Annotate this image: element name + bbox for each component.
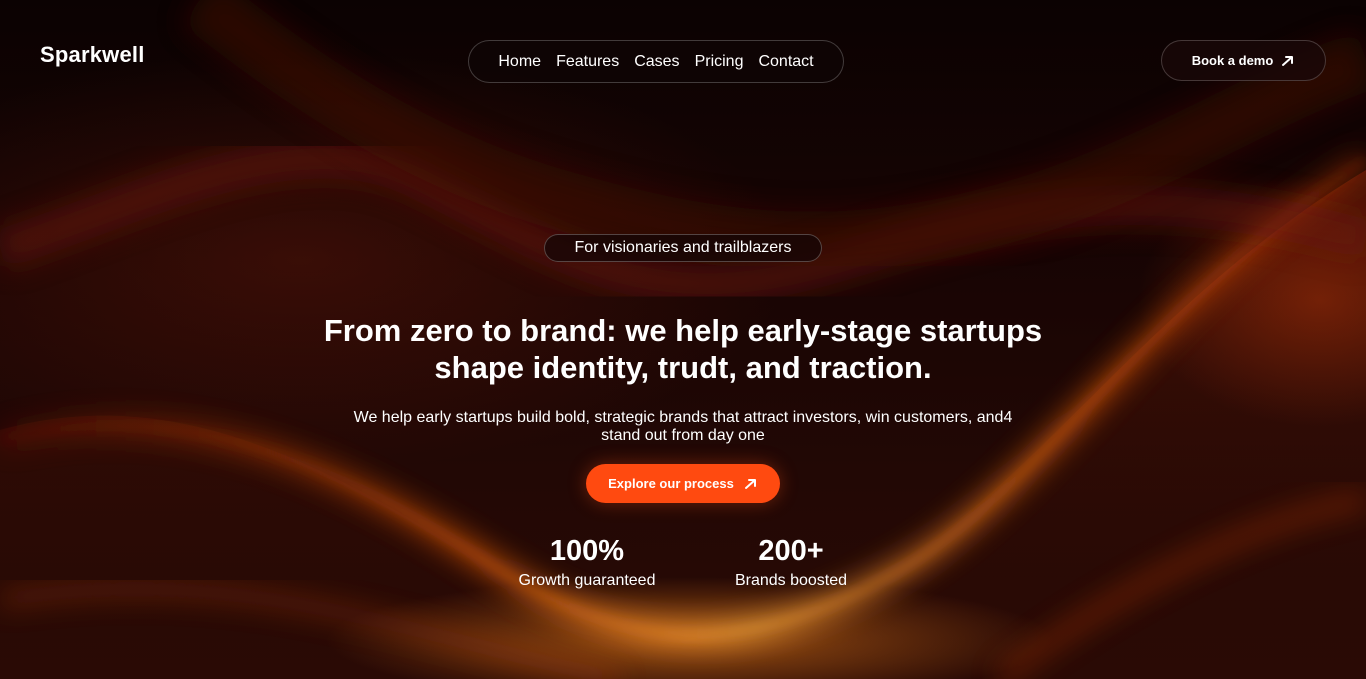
nav-item-features[interactable]: Features <box>556 53 619 71</box>
nav-item-contact[interactable]: Contact <box>758 53 813 71</box>
arrow-up-right-icon <box>1282 55 1294 66</box>
book-demo-label: Book a demo <box>1191 53 1274 68</box>
hero-headline: From zero to brand: we help early-stage … <box>283 312 1083 386</box>
explore-process-button[interactable]: Explore our process <box>586 464 780 503</box>
stat-label: Growth guaranteed <box>518 572 656 589</box>
stat-value: 200+ <box>758 535 824 567</box>
nav-item-pricing[interactable]: Pricing <box>695 53 744 71</box>
explore-process-label: Explore our process <box>608 476 734 491</box>
book-demo-button[interactable]: Book a demo <box>1161 40 1326 81</box>
hero-subtext-line-2: stand out from day one <box>601 427 765 444</box>
hero-subtext-line-1: We help early startups build bold, strat… <box>353 409 1013 426</box>
main-nav: Home Features Cases Pricing Contact <box>468 40 844 83</box>
hero-headline-line-1: From zero to brand: we help early-stage … <box>323 313 1043 348</box>
hero-headline-line-2: shape identity, trudt, and traction. <box>434 350 932 385</box>
brand-logo[interactable]: Sparkwell <box>40 42 145 68</box>
stat-growth: 100% Growth guaranteed <box>507 534 667 591</box>
nav-item-cases[interactable]: Cases <box>634 53 679 71</box>
nav-item-home[interactable]: Home <box>498 53 541 71</box>
stat-value: 100% <box>549 535 625 567</box>
arrow-up-right-icon <box>744 478 756 489</box>
hero-subtext: We help early startups build bold, strat… <box>333 409 1033 445</box>
landing-page: Sparkwell Home Features Cases Pricing Co… <box>0 0 1366 679</box>
tagline-badge: For visionaries and trailblazers <box>544 234 822 262</box>
stat-brands: 200+ Brands boosted <box>711 534 871 591</box>
stat-label: Brands boosted <box>734 572 848 589</box>
